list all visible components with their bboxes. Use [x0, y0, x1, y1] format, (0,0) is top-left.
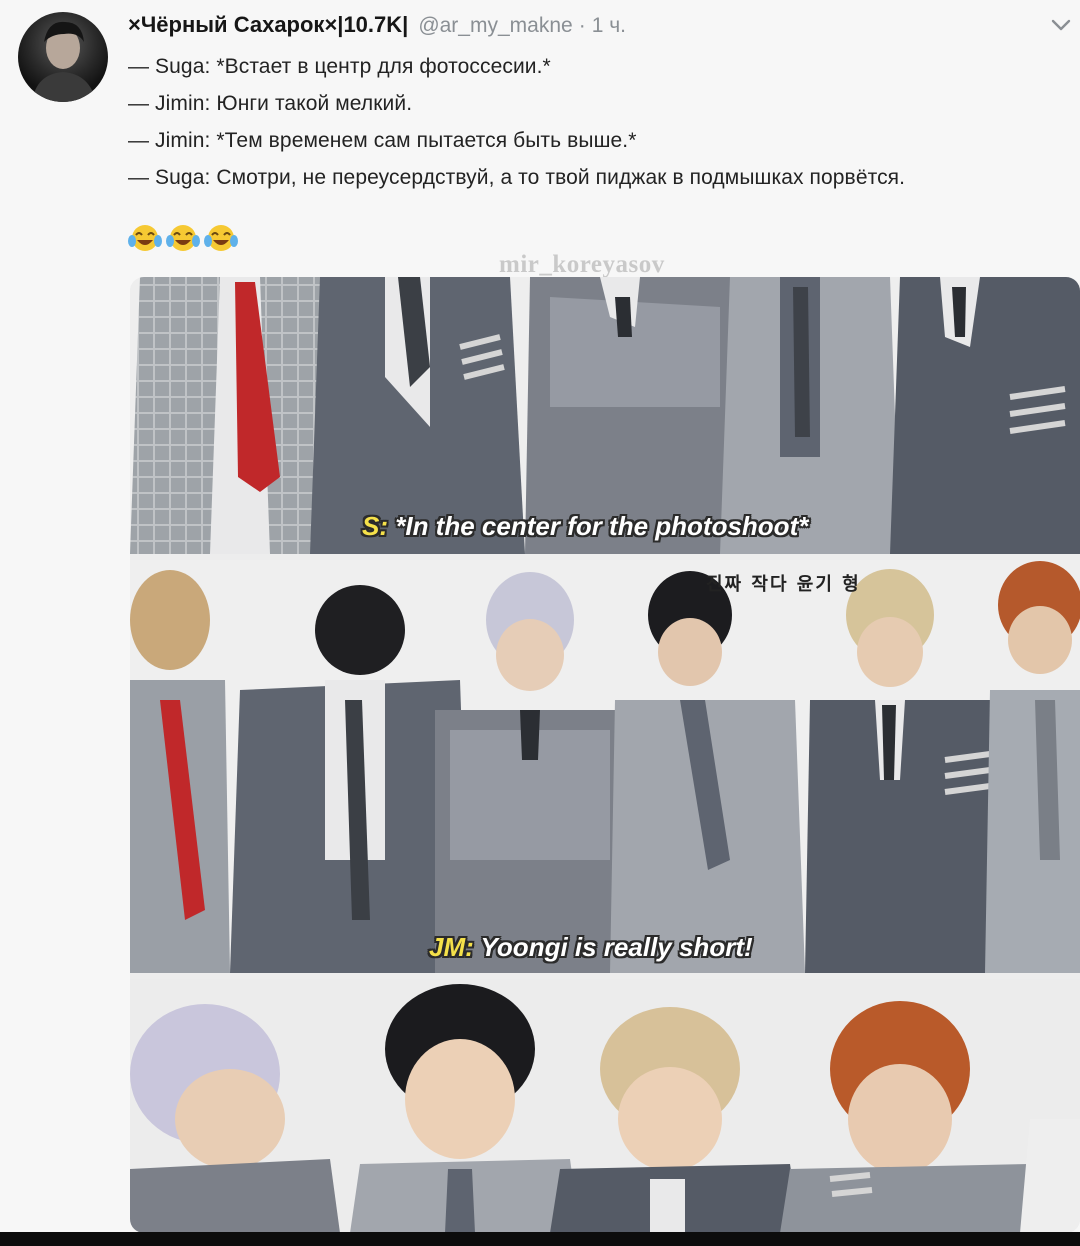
caption-2-text: Yoongi is really short!: [480, 932, 753, 962]
emoji-row: [128, 223, 238, 253]
tears-of-joy-emoji: [166, 225, 200, 251]
display-name[interactable]: ×Чёрный Сахарок×|10.7K|: [128, 12, 408, 38]
tweet-text: — Suga: *Встает в центр для фотоссесии.*…: [128, 48, 1078, 196]
media-image[interactable]: S: *In the center for the photoshoot* 진짜…: [130, 277, 1080, 1233]
tears-of-joy-emoji: [204, 225, 238, 251]
caption-2: JM: Yoongi is really short!: [429, 932, 753, 963]
korean-subtitle: 진짜 작다 윤기 형: [706, 574, 861, 595]
photo-panel-2: 진짜 작다 윤기 형 JM: Yoongi is really short!: [130, 560, 1080, 973]
bottom-bar: [0, 1232, 1080, 1246]
tweet-line-3: — Jimin: *Тем временем сам пытается быть…: [128, 129, 637, 152]
chevron-down-icon[interactable]: [1050, 14, 1072, 36]
caption-1-text: *In the center for the photoshoot*: [395, 511, 809, 541]
tweet-line-4: — Suga: Смотри, не переусердствуй, а то …: [128, 166, 906, 189]
tweet-line-2: — Jimin: Юнги такой мелкий.: [128, 92, 413, 115]
tears-of-joy-emoji: [128, 225, 162, 251]
photo-panel-1: S: *In the center for the photoshoot*: [130, 277, 1080, 554]
photo-panel-3: [130, 979, 1080, 1233]
avatar-photo: [32, 21, 96, 102]
tweet-line-1: — Suga: *Встает в центр для фотоссесии.*: [128, 55, 551, 78]
tweet-header: ×Чёрный Сахарок×|10.7K| @ar_my_makne · 1…: [128, 12, 626, 38]
caption-1-speaker: S:: [362, 511, 388, 541]
caption-2-speaker: JM:: [429, 932, 474, 962]
watermark: mir_koreyasov: [499, 251, 665, 278]
avatar[interactable]: [18, 12, 108, 102]
timestamp[interactable]: 1 ч.: [592, 14, 626, 38]
caption-1: S: *In the center for the photoshoot*: [362, 511, 808, 542]
user-handle[interactable]: @ar_my_makne: [418, 14, 572, 38]
tweet-card: ×Чёрный Сахарок×|10.7K| @ar_my_makne · 1…: [0, 0, 1080, 1233]
separator-dot: ·: [578, 14, 586, 37]
